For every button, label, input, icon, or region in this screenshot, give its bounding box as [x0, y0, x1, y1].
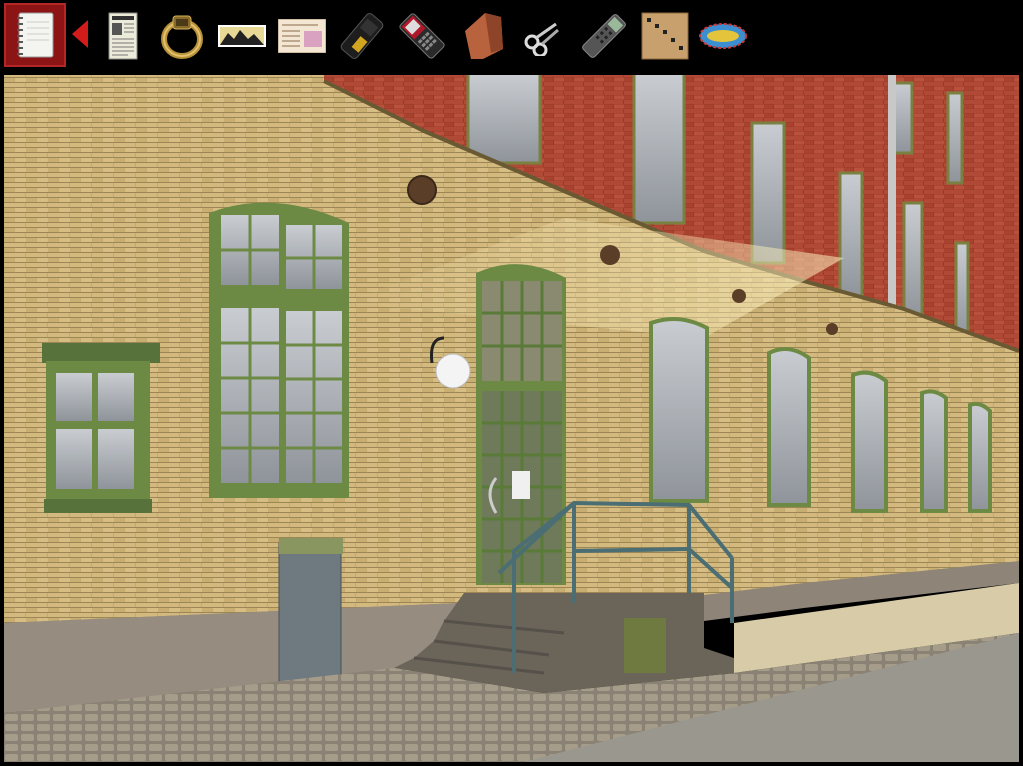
inventory-ring[interactable]: [153, 6, 211, 66]
id-card-icon: [278, 19, 326, 53]
gold-ring-icon: [161, 15, 203, 59]
brick-icon: [465, 13, 503, 59]
back-arrow-icon[interactable]: [70, 18, 90, 50]
inventory-mobile[interactable]: [393, 6, 451, 66]
newspaper-icon: [108, 12, 138, 60]
inventory-card[interactable]: [273, 6, 331, 66]
courtyard-scene[interactable]: [4, 73, 1019, 762]
scissors-icon: [524, 22, 559, 56]
black-phone-icon: [340, 13, 384, 59]
red-mobile-phone-icon: [399, 13, 445, 59]
inventory-brick[interactable]: [455, 6, 513, 66]
inventory-cardboard[interactable]: [636, 6, 694, 66]
cardboard-icon: [641, 12, 689, 60]
notebook-icon: [17, 12, 54, 58]
inventory-newspaper[interactable]: [94, 6, 152, 66]
inventory-phone[interactable]: [333, 6, 391, 66]
inventory-bar: [0, 0, 1023, 72]
inventory-scissors[interactable]: [513, 6, 571, 66]
inventory-photo[interactable]: [213, 6, 271, 66]
inventory-badge[interactable]: [694, 6, 752, 66]
mountain-photo-icon: [218, 25, 266, 47]
oval-badge-icon: [699, 23, 747, 49]
remote-control-icon: [582, 14, 626, 58]
brick-building-courtyard-scene: [4, 73, 1019, 762]
inventory-remote[interactable]: [575, 6, 633, 66]
inventory-notebook[interactable]: [4, 3, 66, 67]
